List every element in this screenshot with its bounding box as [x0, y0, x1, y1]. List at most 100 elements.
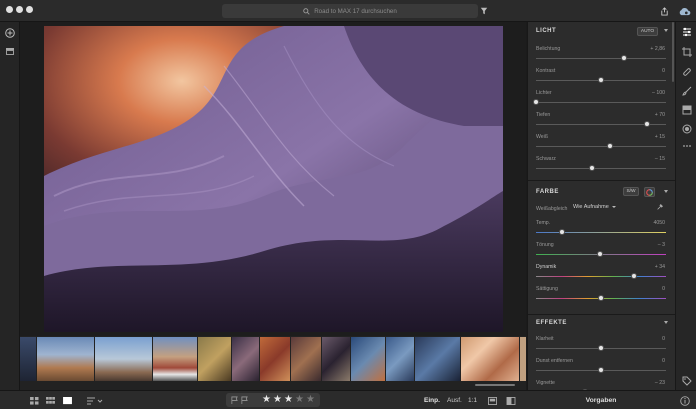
panel-scrollbar[interactable]	[672, 22, 674, 82]
title-bar: Road to MAX 17 durchsuchen	[0, 0, 696, 22]
more-icon[interactable]	[681, 140, 692, 151]
chevron-down-icon[interactable]	[664, 321, 668, 324]
wb-dropdown[interactable]: Wie Aufnahme	[573, 204, 616, 210]
slider-value[interactable]: – 23	[655, 380, 665, 386]
farbe-section-header[interactable]: FARBE S/W	[528, 183, 675, 201]
filmstrip-scrollbar[interactable]	[475, 384, 515, 386]
slider-value[interactable]: – 3	[658, 242, 665, 248]
sort-icon[interactable]	[87, 395, 103, 406]
grid-view-icon[interactable]	[30, 395, 39, 406]
slider-handle[interactable]	[598, 77, 604, 83]
slider-handle[interactable]	[598, 345, 604, 351]
filmstrip-thumb[interactable]	[37, 337, 94, 381]
wb-label: Weißabgleich	[536, 206, 568, 212]
filmstrip-thumb[interactable]	[260, 337, 290, 381]
one-to-one-button[interactable]: 1:1	[468, 395, 477, 406]
slider-value[interactable]: + 15	[655, 134, 665, 140]
fit-button[interactable]: Einp.	[424, 395, 440, 406]
slider-value[interactable]: + 70	[655, 112, 665, 118]
slider-value[interactable]: – 15	[655, 156, 665, 162]
slider-track[interactable]	[536, 102, 666, 103]
slider-track[interactable]	[536, 232, 666, 233]
filmstrip-thumb[interactable]	[153, 337, 197, 381]
filmstrip-thumb[interactable]	[520, 337, 526, 381]
filmstrip-thumb[interactable]	[386, 337, 414, 381]
filmstrip-thumb[interactable]	[232, 337, 259, 381]
detail-view-icon[interactable]	[63, 395, 72, 406]
slider-value[interactable]: 4050	[653, 220, 665, 226]
filmstrip-thumb[interactable]	[95, 337, 152, 381]
slider-value[interactable]: 0	[662, 68, 665, 74]
main-photo[interactable]	[44, 26, 503, 332]
info-icon[interactable]	[680, 395, 690, 406]
slider-value[interactable]: 0	[662, 358, 665, 364]
slider-handle[interactable]	[559, 229, 565, 235]
slider-value[interactable]: 0	[662, 286, 665, 292]
color-mixer-button[interactable]	[644, 187, 655, 197]
star-icon[interactable]: ★	[262, 394, 271, 406]
chevron-down-icon[interactable]	[664, 29, 668, 32]
filmstrip-thumb[interactable]	[198, 337, 231, 381]
auto-button[interactable]: AUTO	[637, 27, 658, 36]
slider-label: Tönung	[536, 242, 554, 248]
slider-track[interactable]	[536, 146, 666, 147]
close-window-button[interactable]	[6, 6, 13, 13]
crop-icon[interactable]	[681, 46, 692, 57]
star-icon[interactable]: ★	[273, 394, 282, 406]
slider-handle[interactable]	[607, 143, 614, 149]
search-icon	[303, 7, 310, 15]
slider-value[interactable]: + 34	[655, 264, 665, 270]
library-icon[interactable]	[4, 45, 15, 56]
slider-handle[interactable]	[598, 295, 604, 301]
search-input[interactable]: Road to MAX 17 durchsuchen	[222, 4, 478, 18]
slider-handle[interactable]	[621, 55, 628, 61]
brush-icon[interactable]	[681, 85, 692, 96]
zoom-window-button[interactable]	[26, 6, 33, 13]
slider-handle[interactable]	[533, 99, 539, 105]
filmstrip-thumb[interactable]	[351, 337, 385, 381]
licht-section-header[interactable]: LICHT AUTO	[528, 22, 675, 40]
edit-sliders-icon[interactable]	[681, 26, 692, 37]
color-wheel-icon	[646, 188, 653, 196]
before-after-icon[interactable]	[506, 395, 516, 406]
chevron-down-icon[interactable]	[664, 190, 668, 193]
slider-handle[interactable]	[588, 165, 595, 171]
slider-value[interactable]: – 100	[652, 90, 665, 96]
filmstrip-thumb[interactable]	[20, 337, 36, 381]
slider-track[interactable]	[536, 168, 666, 169]
radial-icon[interactable]	[681, 123, 692, 134]
fill-button[interactable]: Ausf.	[447, 395, 462, 406]
slider-value[interactable]: 0	[662, 336, 665, 342]
star-icon[interactable]: ★	[306, 394, 315, 406]
effekte-section-header[interactable]: EFFEKTE	[528, 314, 675, 332]
star-icon[interactable]: ★	[284, 394, 293, 406]
gradient-icon[interactable]	[681, 104, 692, 115]
filmstrip-thumb[interactable]	[322, 337, 350, 381]
slider-handle[interactable]	[630, 273, 637, 279]
filmstrip-thumb[interactable]	[415, 337, 460, 381]
flag-pick-icon[interactable]	[231, 396, 238, 406]
tag-icon[interactable]	[681, 375, 692, 386]
healing-icon[interactable]	[681, 66, 692, 77]
add-icon[interactable]	[4, 27, 15, 38]
share-icon[interactable]	[658, 5, 670, 17]
star-icon[interactable]: ★	[295, 394, 304, 406]
slider-handle[interactable]	[596, 251, 603, 257]
presets-button[interactable]: Vorgaben	[527, 391, 675, 409]
slider-value[interactable]: + 2,86	[650, 46, 665, 52]
filmstrip-thumb[interactable]	[291, 337, 321, 381]
flag-reject-icon[interactable]	[241, 396, 248, 406]
sw-button[interactable]: S/W	[623, 187, 639, 196]
slider-label: Tiefen	[536, 112, 551, 118]
slider-track[interactable]	[536, 58, 666, 59]
filter-icon[interactable]	[478, 5, 490, 17]
square-grid-icon[interactable]	[46, 395, 55, 406]
filmstrip-thumb[interactable]	[461, 337, 519, 381]
eyedropper-icon[interactable]	[656, 203, 664, 213]
minimize-window-button[interactable]	[16, 6, 23, 13]
compare-icon[interactable]	[488, 395, 497, 406]
slider-handle[interactable]	[598, 367, 604, 373]
cloud-icon[interactable]	[677, 5, 691, 17]
slider-track[interactable]	[536, 276, 666, 277]
slider-handle[interactable]	[643, 121, 650, 127]
